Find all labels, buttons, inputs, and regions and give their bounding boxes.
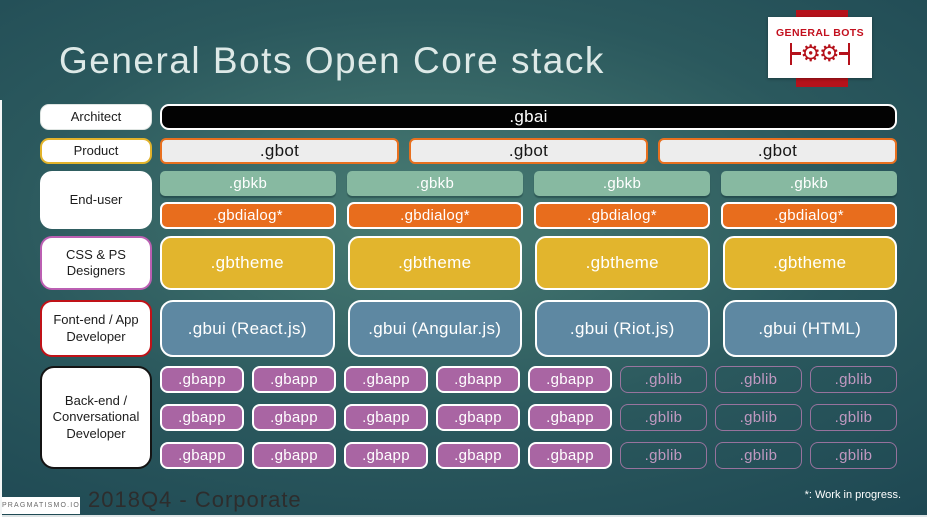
gblib-box: .gblib: [810, 366, 897, 393]
gbui-html-box: .gbui (HTML): [722, 300, 897, 357]
gbapp-box: .gbapp: [528, 404, 612, 431]
gbkb-box: .gbkb: [160, 171, 336, 196]
gblib-box: .gblib: [810, 404, 897, 431]
gbdialog-box: .gbdialog*: [534, 202, 710, 229]
role-label-css-ps-designers: CSS & PS Designers: [40, 236, 152, 290]
gblib-box: .gblib: [715, 442, 802, 469]
gbapp-gblib-row-2: .gbapp .gbapp .gbapp .gbapp .gbapp .gbli…: [160, 404, 897, 431]
brand-label: PRAGMATISMO.IO: [1, 502, 81, 509]
gbdialog-box: .gbdialog*: [347, 202, 523, 229]
role-label-architect: Architect: [40, 104, 152, 130]
logo-wordmark: GENERAL BOTS: [775, 26, 865, 39]
role-label-backend-conversational-developer: Back-end / Conversational Developer: [40, 366, 152, 469]
gbot-row: .gbot .gbot .gbot: [160, 138, 897, 164]
gbapp-gblib-row-3: .gbapp .gbapp .gbapp .gbapp .gbapp .gbli…: [160, 442, 897, 469]
gblib-box: .gblib: [620, 366, 707, 393]
gbui-react-box: .gbui (React.js): [160, 300, 335, 357]
gbapp-box: .gbapp: [528, 366, 612, 393]
gbkb-box: .gbkb: [721, 171, 897, 196]
gbapp-gblib-row-1: .gbapp .gbapp .gbapp .gbapp .gbapp .gbli…: [160, 366, 897, 393]
gbot-box: .gbot: [160, 138, 399, 164]
work-in-progress-note: *: Work in progress.: [804, 489, 901, 501]
slide-background: General Bots Open Core stack GENERAL BOT…: [0, 0, 927, 517]
general-bots-logo: GENERAL BOTS ⚙ ⚙: [768, 17, 872, 78]
pragmatismo-brand-box: PRAGMATISMO.IO: [2, 497, 80, 514]
gbtheme-row: .gbtheme .gbtheme .gbtheme .gbtheme: [160, 236, 897, 290]
gblib-box: .gblib: [715, 404, 802, 431]
gbot-box: .gbot: [658, 138, 897, 164]
gears-icon: ⚙ ⚙: [789, 39, 851, 69]
gbtheme-box: .gbtheme: [160, 236, 335, 290]
gbai-row: .gbai: [160, 104, 897, 130]
gbapp-box: .gbapp: [436, 366, 520, 393]
gbapp-box: .gbapp: [160, 404, 244, 431]
gbdialog-row: .gbdialog* .gbdialog* .gbdialog* .gbdial…: [160, 202, 897, 229]
role-label-end-user: End-user: [40, 171, 152, 229]
gbtheme-box: .gbtheme: [347, 236, 522, 290]
gbkb-box: .gbkb: [347, 171, 523, 196]
gbui-angular-box: .gbui (Angular.js): [347, 300, 522, 357]
gbapp-box: .gbapp: [344, 442, 428, 469]
gbapp-box: .gbapp: [160, 442, 244, 469]
gblib-box: .gblib: [620, 404, 707, 431]
left-edge-line: [0, 100, 2, 517]
gbtheme-box: .gbtheme: [722, 236, 897, 290]
gbapp-box: .gbapp: [160, 366, 244, 393]
gbdialog-box: .gbdialog*: [721, 202, 897, 229]
gbai-box: .gbai: [160, 104, 897, 130]
gbui-riot-box: .gbui (Riot.js): [535, 300, 710, 357]
role-label-product: Product: [40, 138, 152, 164]
gbapp-box: .gbapp: [436, 442, 520, 469]
gblib-box: .gblib: [810, 442, 897, 469]
gbdialog-box: .gbdialog*: [160, 202, 336, 229]
gbapp-box: .gbapp: [528, 442, 612, 469]
gbapp-box: .gbapp: [344, 366, 428, 393]
gbapp-box: .gbapp: [252, 404, 336, 431]
gbot-box: .gbot: [409, 138, 648, 164]
role-label-frontend-app-developer: Font-end / App Developer: [40, 300, 152, 357]
gbkb-box: .gbkb: [534, 171, 710, 196]
gbui-row: .gbui (React.js) .gbui (Angular.js) .gbu…: [160, 300, 897, 357]
gblib-box: .gblib: [715, 366, 802, 393]
gblib-box: .gblib: [620, 442, 707, 469]
gbapp-box: .gbapp: [252, 442, 336, 469]
gbkb-row: .gbkb .gbkb .gbkb .gbkb: [160, 171, 897, 196]
gbapp-box: .gbapp: [436, 404, 520, 431]
page-title: General Bots Open Core stack: [59, 40, 605, 81]
gbapp-box: .gbapp: [344, 404, 428, 431]
gbapp-box: .gbapp: [252, 366, 336, 393]
gbtheme-box: .gbtheme: [535, 236, 710, 290]
footer-caption: 2018Q4 - Corporate: [88, 487, 302, 512]
